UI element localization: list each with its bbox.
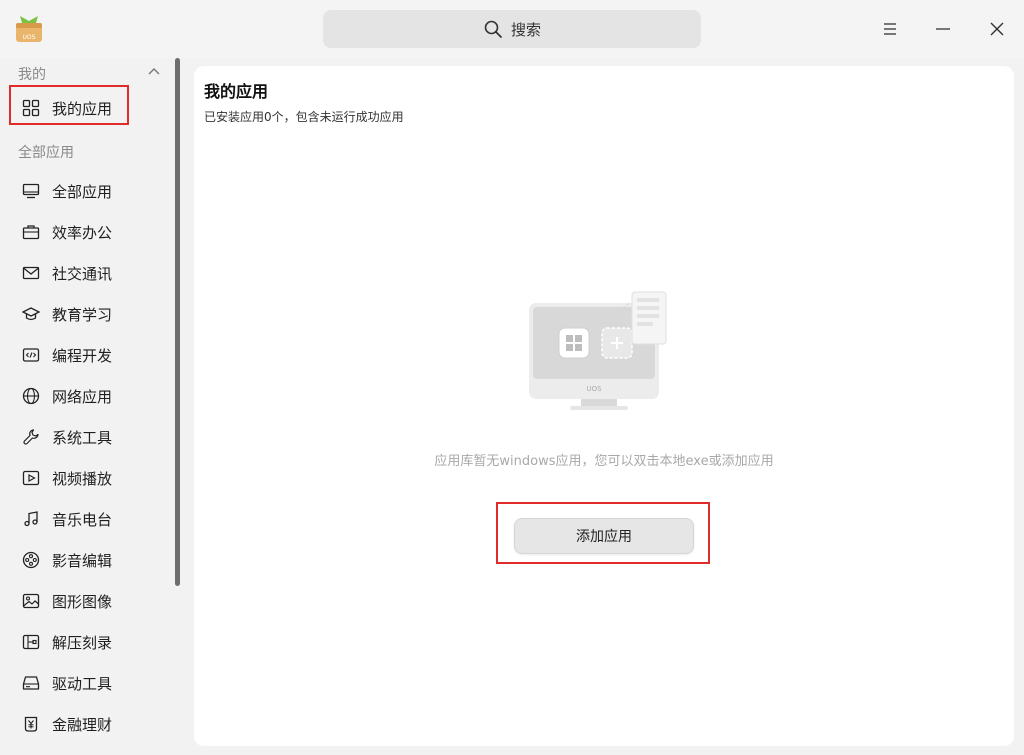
section-header-all-apps: 全部应用 (18, 145, 74, 161)
sidebar-item-label: 编程开发 (52, 346, 113, 365)
sidebar-item-label: 全部应用 (52, 182, 113, 201)
sidebar-item-label: 音乐电台 (52, 510, 113, 529)
sidebar-item-label: 社交通讯 (52, 264, 113, 283)
sidebar-item-archive[interactable]: 解压刻录 (10, 624, 170, 660)
svg-text:UOS: UOS (586, 385, 602, 393)
sidebar-item-all-apps[interactable]: 全部应用 (10, 173, 170, 209)
film-reel-icon (22, 551, 40, 569)
drive-icon (22, 674, 40, 692)
sidebar-item-label: 视频播放 (52, 469, 113, 488)
empty-state-monitor-illustration: UOS (529, 291, 667, 410)
sidebar-item-finance[interactable]: 金融理财 (10, 706, 170, 742)
close-icon (990, 22, 1004, 36)
sidebar-item-label: 系统工具 (52, 428, 113, 447)
empty-state-message: 应用库暂无windows应用，您可以双击本地exe或添加应用 (434, 454, 774, 469)
app-store-logo-icon: UOS (14, 12, 44, 44)
sidebar-item-development[interactable]: 编程开发 (10, 337, 170, 373)
music-note-icon (22, 510, 40, 528)
sidebar: 我的 我的应用 全部应用 全部应用 效率办公 社交通讯 教育学习 编程开发 网络… (0, 58, 184, 755)
mail-icon (22, 264, 40, 282)
page-subtitle: 已安装应用0个，包含未运行成功应用 (204, 110, 404, 124)
sidebar-item-label: 金融理财 (52, 715, 113, 734)
sidebar-item-label: 解压刻录 (52, 633, 113, 652)
graduation-cap-icon (22, 305, 40, 323)
minimize-icon (936, 28, 950, 30)
svg-text:UOS: UOS (23, 34, 36, 41)
chevron-up-icon[interactable] (146, 64, 162, 80)
close-button[interactable] (982, 14, 1012, 44)
sidebar-item-network[interactable]: 网络应用 (10, 378, 170, 414)
sidebar-item-media-editing[interactable]: 影音编辑 (10, 542, 170, 578)
sidebar-item-label: 效率办公 (52, 223, 113, 242)
sidebar-item-video[interactable]: 视频播放 (10, 460, 170, 496)
sidebar-item-label: 图形图像 (52, 592, 113, 611)
sidebar-item-label: 影音编辑 (52, 551, 113, 570)
page-title: 我的应用 (204, 82, 269, 101)
sidebar-item-education[interactable]: 教育学习 (10, 296, 170, 332)
globe-icon (22, 387, 40, 405)
highlight-box-add-app (496, 502, 710, 564)
search-box[interactable]: 搜索 (323, 10, 701, 48)
yen-icon (22, 715, 40, 733)
sidebar-item-music[interactable]: 音乐电台 (10, 501, 170, 537)
menu-button[interactable] (875, 14, 905, 44)
archive-icon (22, 633, 40, 651)
minimize-button[interactable] (928, 14, 958, 44)
search-icon (484, 20, 502, 38)
sidebar-item-social[interactable]: 社交通讯 (10, 255, 170, 291)
main-content: 我的应用 已安装应用0个，包含未运行成功应用 UOS 应用库暂无windows应… (194, 66, 1014, 746)
hamburger-menu-icon (884, 23, 896, 35)
wrench-icon (22, 428, 40, 446)
highlight-box-my-apps (9, 85, 129, 125)
video-play-icon (22, 469, 40, 487)
sidebar-scrollbar[interactable] (175, 58, 180, 586)
sidebar-item-label: 网络应用 (52, 387, 113, 406)
sidebar-item-label: 驱动工具 (52, 674, 113, 693)
code-icon (22, 346, 40, 364)
sidebar-item-drivers[interactable]: 驱动工具 (10, 665, 170, 701)
section-header-mine: 我的 (18, 67, 46, 83)
monitor-icon (22, 182, 40, 200)
sidebar-item-system-tools[interactable]: 系统工具 (10, 419, 170, 455)
sidebar-item-graphics[interactable]: 图形图像 (10, 583, 170, 619)
title-bar: UOS 搜索 (0, 0, 1024, 58)
sidebar-item-productivity[interactable]: 效率办公 (10, 214, 170, 250)
search-label: 搜索 (510, 20, 541, 39)
sidebar-item-label: 教育学习 (52, 305, 113, 324)
image-icon (22, 592, 40, 610)
briefcase-icon (22, 223, 40, 241)
